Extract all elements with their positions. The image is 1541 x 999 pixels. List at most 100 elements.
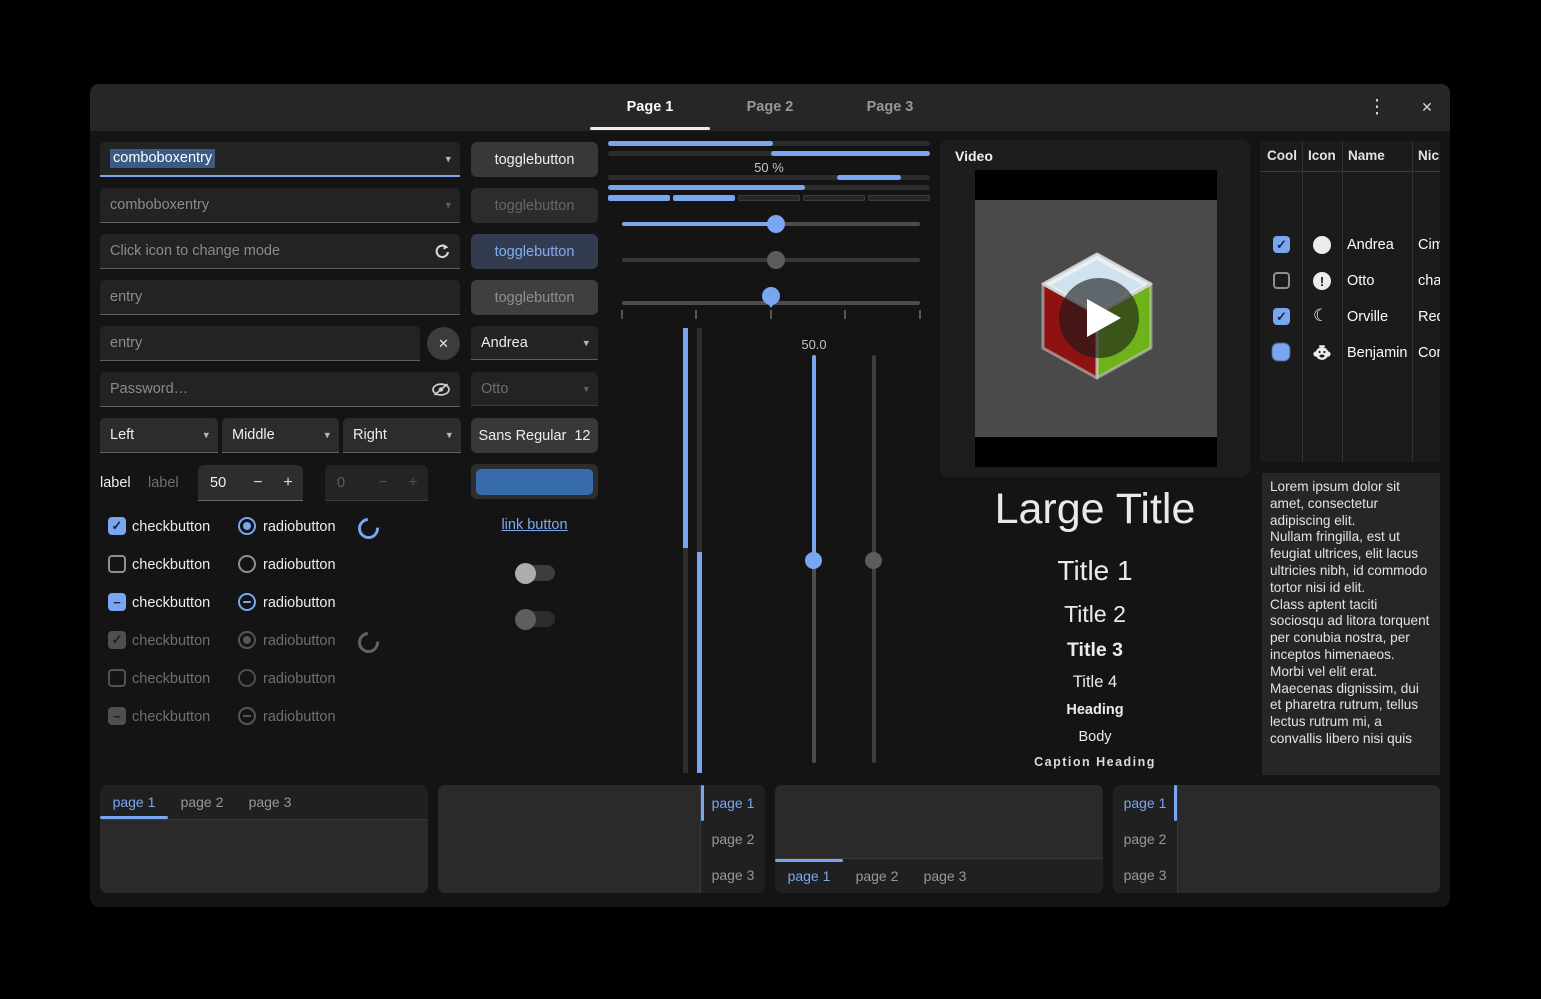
vertical-slider-knob[interactable] bbox=[805, 552, 822, 569]
video-frame[interactable] bbox=[975, 170, 1217, 467]
mode-entry[interactable]: Click icon to change mode bbox=[100, 234, 460, 269]
togglebutton-active[interactable]: togglebutton bbox=[471, 234, 598, 269]
vertical-slider-value: 50.0 bbox=[784, 337, 844, 352]
password-placeholder: Password… bbox=[110, 381, 188, 397]
nb-tab-page3[interactable]: page 3 bbox=[701, 857, 765, 893]
cell-nick: Cimi bbox=[1418, 237, 1440, 253]
checkbox-checked[interactable]: ✓ bbox=[108, 517, 126, 535]
nb-tab-page3[interactable]: page 3 bbox=[1113, 857, 1177, 893]
checkbox-unchecked[interactable] bbox=[108, 555, 126, 573]
checkbutton-label[interactable]: checkbutton bbox=[132, 556, 210, 574]
halign-dropdown-left[interactable]: Left ▾ bbox=[100, 418, 218, 453]
name-dropdown[interactable]: Andrea ▾ bbox=[471, 326, 598, 360]
row-checkbox-checked[interactable]: ✓ bbox=[1273, 308, 1290, 325]
checkbutton-label[interactable]: checkbutton bbox=[132, 594, 210, 612]
entry-with-clear[interactable]: entry bbox=[100, 326, 420, 361]
name-dropdown-disabled: Otto ▾ bbox=[471, 372, 598, 406]
notebook-tabs-right: page 1 page 2 page 3 bbox=[438, 785, 765, 893]
chevron-down-icon[interactable]: ▾ bbox=[445, 199, 451, 212]
progress-pulse-block bbox=[837, 175, 901, 180]
cell-name: Andrea bbox=[1347, 237, 1394, 253]
text-view[interactable]: Lorem ipsum dolor sit amet, consectetur … bbox=[1262, 473, 1440, 775]
video-panel: Video bbox=[940, 140, 1250, 477]
slider[interactable] bbox=[622, 222, 920, 226]
radiobutton-mixed[interactable] bbox=[238, 593, 256, 611]
nb-tab-page1[interactable]: page 1 bbox=[775, 859, 843, 893]
togglebutton-label: togglebutton bbox=[495, 290, 575, 306]
heading: Heading bbox=[940, 702, 1250, 718]
app-window: Page 1 Page 2 Page 3 ⋮ ✕ comboboxentry ▾… bbox=[90, 84, 1450, 907]
cell-name: Otto bbox=[1347, 273, 1374, 289]
slider-disabled bbox=[622, 258, 920, 262]
radiobutton-unselected[interactable] bbox=[238, 555, 256, 573]
nb-tab-page1[interactable]: page 1 bbox=[1113, 785, 1177, 821]
clear-entry-button[interactable]: ✕ bbox=[427, 327, 460, 360]
nb-tab-page2[interactable]: page 2 bbox=[701, 821, 765, 857]
switch-off[interactable] bbox=[517, 565, 555, 581]
tab-page-3[interactable]: Page 3 bbox=[830, 84, 950, 128]
spin-value: 50 bbox=[198, 475, 243, 491]
radiobutton-selected[interactable] bbox=[238, 517, 256, 535]
spinbutton-disabled: 0 − + bbox=[325, 465, 428, 501]
spinbutton[interactable]: 50 − + bbox=[198, 465, 303, 501]
color-swatch bbox=[476, 469, 593, 495]
checkbutton-label-disabled: checkbutton bbox=[132, 708, 210, 726]
tab-page-2[interactable]: Page 2 bbox=[710, 84, 830, 128]
nb-tab-page2[interactable]: page 2 bbox=[1113, 821, 1177, 857]
comboboxentry-focused[interactable]: comboboxentry ▾ bbox=[100, 142, 460, 177]
chevron-down-icon: ▾ bbox=[583, 336, 589, 349]
column-header-nick[interactable]: Nick bbox=[1418, 148, 1440, 163]
halign-dropdown-right[interactable]: Right ▾ bbox=[343, 418, 461, 453]
column-header-icon[interactable]: Icon bbox=[1308, 148, 1336, 163]
slider-knob-disabled bbox=[767, 251, 785, 269]
chevron-down-icon[interactable]: ▾ bbox=[445, 152, 451, 165]
font-button[interactable]: Sans Regular 12 bbox=[471, 418, 598, 453]
entry[interactable]: entry bbox=[100, 280, 460, 315]
radiobutton-label[interactable]: radiobutton bbox=[263, 518, 336, 536]
title-4: Title 4 bbox=[940, 673, 1250, 692]
title-1: Title 1 bbox=[940, 555, 1250, 587]
nb-tab-page1[interactable]: page 1 bbox=[100, 785, 168, 818]
comboboxentry[interactable]: comboboxentry ▾ bbox=[100, 188, 460, 223]
progressbar bbox=[608, 185, 930, 190]
active-tab-underline bbox=[590, 127, 710, 130]
moon-icon: ☾ bbox=[1313, 306, 1328, 326]
nb-tab-page3[interactable]: page 3 bbox=[911, 859, 979, 893]
nb-tab-page2[interactable]: page 2 bbox=[843, 859, 911, 893]
close-icon[interactable]: ✕ bbox=[1410, 84, 1444, 131]
kebab-menu-icon[interactable]: ⋮ bbox=[1360, 84, 1394, 131]
nb-tab-page1[interactable]: page 1 bbox=[701, 785, 765, 821]
minus-icon[interactable]: − bbox=[243, 474, 273, 492]
slider-with-marks[interactable] bbox=[622, 301, 920, 305]
eye-slash-icon[interactable] bbox=[431, 382, 451, 401]
checkbutton-label[interactable]: checkbutton bbox=[132, 518, 210, 536]
column-header-cool[interactable]: Cool bbox=[1267, 148, 1297, 163]
password-field[interactable]: Password… bbox=[100, 372, 460, 407]
dropdown-value: Right bbox=[353, 427, 387, 443]
slider-knob[interactable] bbox=[767, 215, 785, 233]
row-checkbox-checked[interactable]: ✓ bbox=[1273, 236, 1290, 253]
vertical-slider-fill bbox=[812, 355, 816, 560]
radiobutton-label[interactable]: radiobutton bbox=[263, 594, 336, 612]
plus-icon[interactable]: + bbox=[273, 474, 303, 492]
checkbox-mixed[interactable]: − bbox=[108, 593, 126, 611]
radiobutton-label[interactable]: radiobutton bbox=[263, 556, 336, 574]
tab-page-1[interactable]: Page 1 bbox=[590, 84, 710, 128]
spin-value: 0 bbox=[325, 475, 368, 491]
row-checkbox-highlight[interactable] bbox=[1272, 343, 1290, 361]
halign-dropdown-middle[interactable]: Middle ▾ bbox=[222, 418, 339, 453]
cube-graphic bbox=[1035, 252, 1159, 384]
row-checkbox-unchecked[interactable] bbox=[1273, 272, 1290, 289]
column-header-name[interactable]: Name bbox=[1348, 148, 1385, 163]
entry-placeholder: entry bbox=[110, 289, 142, 305]
togglebutton[interactable]: togglebutton bbox=[471, 142, 598, 177]
link-button[interactable]: link button bbox=[471, 517, 598, 533]
vertical-slider[interactable] bbox=[812, 355, 816, 763]
slider-pin-knob[interactable] bbox=[762, 287, 780, 305]
dropdown-value: Left bbox=[110, 427, 134, 443]
nb-tab-page2[interactable]: page 2 bbox=[168, 785, 236, 818]
nb-tab-page3[interactable]: page 3 bbox=[236, 785, 304, 818]
level-segment-empty bbox=[868, 195, 930, 201]
color-button[interactable] bbox=[471, 464, 598, 499]
refresh-icon[interactable] bbox=[433, 242, 452, 265]
